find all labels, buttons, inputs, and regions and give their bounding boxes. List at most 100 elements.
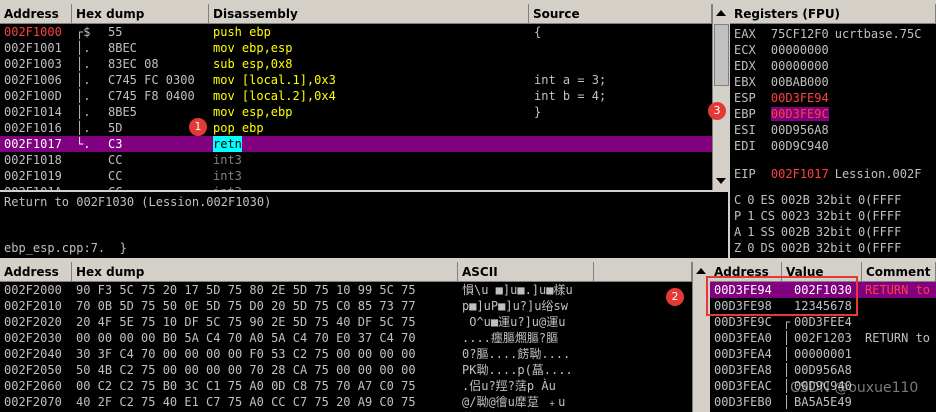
register-comment: Lession.002F (834, 167, 922, 181)
registers-pane[interactable]: Registers (FPU) EAX 75CF12F0 ucrtbase.75C… (730, 4, 936, 258)
disasm-row[interactable]: 002F1018 CC int3 (0, 152, 712, 168)
disasm-row[interactable]: 002F1017 └. C3 retn (0, 136, 712, 152)
dump-row[interactable]: 002F2020 20 4F 5E 75 10 DF 5C 75 90 2E 5D… (0, 314, 692, 330)
segment-name: FS (760, 257, 774, 258)
dump-header-address[interactable]: Address (0, 262, 72, 282)
register-value[interactable]: 00000000 (771, 43, 829, 57)
register-edi[interactable]: EDI 00D9C940 (734, 138, 835, 154)
dump-row[interactable]: 002F2010 70 0B 5D 75 50 0E 5D 75 D0 20 5D… (0, 298, 692, 314)
flag-row[interactable]: C 0 ES 002B 32bit 0(FFFF (734, 192, 901, 208)
annotation-badge-2: 2 (666, 288, 684, 306)
flag-row[interactable]: S 0 FS 0053 32bit BA000 (734, 256, 894, 258)
col-header-address[interactable]: Address (0, 4, 72, 24)
stack-row[interactable]: 00D3FEA4 │ 00000001 (710, 346, 936, 362)
register-name: EBP (734, 107, 756, 121)
register-name: EAX (734, 27, 756, 41)
flag-name: C (734, 193, 742, 207)
disasm-instruction: int3 (213, 169, 242, 183)
register-eax[interactable]: EAX 75CF12F0 ucrtbase.75C (734, 26, 921, 42)
scroll-up-icon[interactable] (696, 268, 706, 274)
register-value[interactable]: 00D3FE9C (770, 107, 829, 121)
stack-header-comment[interactable]: Comment (862, 262, 936, 282)
register-value[interactable]: 00D3FE94 (771, 91, 829, 105)
dump-row[interactable]: 002F2060 00 C2 C2 75 B0 3C C1 75 A0 0D C8… (0, 378, 692, 394)
disasm-instruction: mov ebp,esp (213, 41, 293, 55)
disasm-instruction: retn (213, 136, 242, 152)
register-value[interactable]: 00BAB000 (771, 75, 829, 89)
dump-ascii: 0?膒....餝聈.... (462, 347, 571, 361)
disasm-address: 002F1003 (4, 57, 62, 71)
disasm-instruction: mov [local.1],0x3 (213, 73, 336, 87)
register-ecx[interactable]: ECX 00000000 (734, 42, 835, 58)
disasm-row[interactable]: 002F1003 │. 83EC 08 sub esp,0x8 (0, 56, 712, 72)
register-eip[interactable]: EIP 002F1017 Lession.002F (734, 166, 921, 182)
dump-address: 002F2000 (4, 283, 62, 297)
dump-address: 002F2030 (4, 331, 62, 345)
flag-row[interactable]: P 1 CS 0023 32bit 0(FFFF (734, 208, 901, 224)
disasm-hex: CC (108, 184, 208, 190)
disassembly-scrollbar[interactable] (712, 4, 729, 190)
info-line-return: Return to 002F1030 (Lession.002F1030) (4, 195, 272, 209)
disasm-hex: 8BE5 (108, 105, 137, 119)
disasm-hex: CC (108, 153, 123, 167)
disasm-branch-marker: │. (76, 105, 91, 119)
dump-row[interactable]: 002F2000 90 F3 5C 75 20 17 5D 75 80 2E 5D… (0, 282, 692, 298)
dump-address: 002F2040 (4, 347, 62, 361)
register-ebp[interactable]: EBP 00D3FE9C (734, 106, 835, 122)
stack-value: BA5A5E49 (794, 395, 852, 409)
disasm-row[interactable]: 002F1016 │. 5D pop ebp (0, 120, 712, 136)
disasm-row[interactable]: 002F1001 │. 8BEC mov ebp,esp (0, 40, 712, 56)
dump-header-hexdump[interactable]: Hex dump (72, 262, 458, 282)
dump-row[interactable]: 002F2030 00 00 00 00 B0 5A C4 70 A0 5A C4… (0, 330, 692, 346)
disasm-row[interactable]: 002F1014 │. 8BE5 mov esp,ebp} (0, 104, 712, 120)
scroll-down-icon[interactable] (716, 178, 726, 184)
register-value[interactable]: 75CF12F0 (771, 27, 829, 41)
disasm-row[interactable]: 002F101A CC int3 (0, 184, 712, 190)
stack-address: 00D3FE9C (714, 315, 772, 329)
col-header-hexdump[interactable]: Hex dump (72, 4, 209, 24)
stack-value: 00000001 (794, 347, 852, 361)
dump-row[interactable]: 002F2070 40 2F C2 75 40 E1 C7 75 A0 CC C7… (0, 394, 692, 410)
col-header-disassembly[interactable]: Disassembly (209, 4, 529, 24)
dump-ascii: PK聈....p(蕌.... (462, 363, 573, 377)
segment-bits: 32bit (816, 257, 852, 258)
register-esi[interactable]: ESI 00D956A8 (734, 122, 835, 138)
register-esp[interactable]: ESP 00D3FE94 (734, 90, 835, 106)
segment-selector: 002B (780, 225, 810, 239)
annotation-badge-3: 3 (708, 102, 726, 120)
flag-row[interactable]: Z 0 DS 002B 32bit 0(FFFF (734, 240, 901, 256)
stack-comment: RETURN to (865, 283, 931, 297)
disassembly-pane[interactable]: Address Hex dump Disassembly Source 002F… (0, 4, 712, 190)
disasm-hex: C3 (108, 137, 123, 151)
disasm-branch-marker: └. (76, 137, 91, 151)
flag-row[interactable]: A 1 SS 002B 32bit 0(FFFF (734, 224, 901, 240)
disasm-row[interactable]: 002F100D │. C745 F8 0400 mov [local.2],0x4 i… (0, 88, 712, 104)
stack-row[interactable]: 00D3FEB0 │ BA5A5E49 (710, 394, 936, 410)
disasm-row[interactable]: 002F1000 ┌$ 55 push ebp { (0, 24, 712, 40)
register-edx[interactable]: EDX 00000000 (734, 58, 835, 74)
stack-row[interactable]: 00D3FEA8 │ 00D956A8 (710, 362, 936, 378)
register-name: EBX (734, 75, 756, 89)
stack-frame-marker: ┌ (783, 315, 791, 329)
scroll-up-icon[interactable] (716, 10, 726, 16)
info-line-source: ebp_esp.cpp:7. } (4, 241, 127, 255)
dump-address: 002F2060 (4, 379, 62, 393)
register-value[interactable]: 00D956A8 (771, 123, 829, 137)
disasm-row[interactable]: 002F1006 │. C745 FC 0300 mov [local.1],0x3 i… (0, 72, 712, 88)
dump-row[interactable]: 002F2050 50 4B C2 75 00 00 00 00 70 28 CA… (0, 362, 692, 378)
dump-row[interactable]: 002F2040 30 3F C4 70 00 00 00 00 F0 53 C2… (0, 346, 692, 362)
scroll-thumb[interactable] (714, 24, 729, 86)
disasm-instruction: mov [local.2],0x4 (213, 89, 336, 103)
dump-address: 002F2050 (4, 363, 62, 377)
stack-row[interactable]: 00D3FEA0 │ 002F1203 RETURN to (710, 330, 936, 346)
disasm-address: 002F100D (4, 89, 62, 103)
stack-row[interactable]: 00D3FE9C ┌ 00D3FEE4 (710, 314, 936, 330)
register-value[interactable]: 00000000 (771, 59, 829, 73)
disasm-row[interactable]: 002F1019 CC int3 (0, 168, 712, 184)
dump-header-ascii[interactable]: ASCII (458, 262, 594, 282)
register-ebx[interactable]: EBX 00BAB000 (734, 74, 835, 90)
memory-dump-pane[interactable]: Address Hex dump ASCII 002F2000 90 F3 5C … (0, 262, 692, 412)
col-header-source[interactable]: Source (529, 4, 712, 24)
register-value[interactable]: 002F1017 (771, 167, 829, 181)
register-value[interactable]: 00D9C940 (771, 139, 829, 153)
